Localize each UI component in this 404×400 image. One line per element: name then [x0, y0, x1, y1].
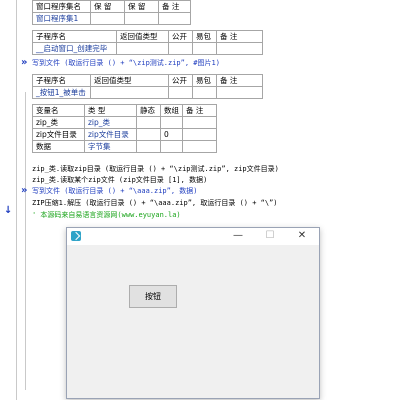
header-cell: 保 留: [124, 0, 159, 13]
table-cell[interactable]: zip_类: [32, 116, 85, 129]
assembly-table: 窗口程序集名 保 留 保 留 备 注 窗口程序集1: [32, 0, 191, 25]
code-line[interactable]: 写到文件 (取运行目录 () + “\aaa.zip”, 数据): [32, 186, 198, 196]
header-cell: 备 注: [216, 30, 263, 43]
table-row[interactable]: 窗口程序集1: [32, 12, 191, 25]
table-cell[interactable]: zip_类: [84, 116, 137, 129]
table-cell[interactable]: [158, 12, 191, 25]
code-line[interactable]: zip_类.读取zip目录 (取运行目录 () + “\zip测试.zip”, …: [32, 164, 279, 174]
subprogram-table-2: 子程序名 返回值类型 公开 易包 备 注 _按钮1_被单击: [32, 74, 263, 99]
app-window[interactable]: — ☐ ✕ 按钮: [66, 227, 320, 399]
table-cell[interactable]: [136, 140, 161, 153]
table-cell[interactable]: [182, 140, 217, 153]
code-line[interactable]: 写到文件 (取运行目录 () + “\zip测试.zip”, #图片1): [32, 58, 220, 68]
table-row[interactable]: 数据 字节集: [32, 140, 217, 153]
table-cell[interactable]: [136, 116, 161, 129]
table-cell[interactable]: zip文件目录: [84, 128, 137, 141]
line-marker-down: ↓: [4, 205, 13, 216]
window-client-area: 按钮: [67, 245, 319, 398]
header-cell: 类 型: [84, 104, 137, 117]
table-cell[interactable]: [124, 12, 159, 25]
header-cell: 备 注: [182, 104, 217, 117]
table-row[interactable]: _按钮1_被单击: [32, 86, 263, 99]
gutter-divider: [16, 0, 17, 400]
table-cell[interactable]: [192, 42, 217, 55]
header-cell: 备 注: [216, 74, 263, 87]
code-comment: ' 本源码来自易语言资源网(www.eyuyan.la): [32, 211, 181, 219]
header-cell: 子程序名: [32, 74, 91, 87]
table-cell[interactable]: [90, 12, 125, 25]
table-cell[interactable]: [182, 128, 217, 141]
header-cell: 变量名: [32, 104, 85, 117]
table-cell[interactable]: [168, 86, 193, 99]
table-header-row: 子程序名 返回值类型 公开 易包 备 注: [32, 74, 263, 87]
table-cell[interactable]: [90, 86, 169, 99]
editor-gutter: [0, 0, 16, 400]
header-cell: 保 留: [90, 0, 125, 13]
table-row[interactable]: zip文件目录 zip文件目录 0: [32, 128, 217, 141]
table-cell[interactable]: [136, 128, 161, 141]
header-cell: 数组: [160, 104, 183, 117]
header-cell: 返回值类型: [116, 30, 169, 43]
table-cell[interactable]: _按钮1_被单击: [32, 86, 91, 99]
window-titlebar[interactable]: — ☐ ✕: [67, 228, 319, 245]
variables-table: 变量名 类 型 静态 数组 备 注 zip_类 zip_类 zip文件目录 zi…: [32, 104, 217, 153]
code-line[interactable]: zip_类.读取某个zip文件 (zip文件目录 [1], 数据): [32, 175, 207, 185]
header-cell: 静态: [136, 104, 161, 117]
block-track-line: [25, 92, 26, 390]
minimize-button[interactable]: —: [223, 228, 253, 245]
line-marker-arrow: »: [21, 185, 28, 196]
table-cell[interactable]: 0: [160, 128, 183, 141]
table-cell[interactable]: [216, 86, 263, 99]
app-icon: [71, 231, 81, 241]
subprogram-table-1: 子程序名 返回值类型 公开 易包 备 注 __启动窗口_创建完毕: [32, 30, 263, 55]
table-header-row: 窗口程序集名 保 留 保 留 备 注: [32, 0, 191, 13]
table-cell[interactable]: [192, 86, 217, 99]
table-header-row: 变量名 类 型 静态 数组 备 注: [32, 104, 217, 117]
header-cell: 子程序名: [32, 30, 117, 43]
header-cell: 公开: [168, 30, 193, 43]
header-cell: 易包: [192, 74, 217, 87]
table-cell[interactable]: zip文件目录: [32, 128, 85, 141]
button1[interactable]: 按钮: [129, 285, 177, 308]
table-row[interactable]: __启动窗口_创建完毕: [32, 42, 263, 55]
table-cell[interactable]: 数据: [32, 140, 85, 153]
table-cell[interactable]: 窗口程序集1: [32, 12, 91, 25]
code-line[interactable]: ZIP压缩1.解压 (取运行目录 () + “\aaa.zip”, 取运行目录 …: [32, 198, 278, 208]
table-cell[interactable]: [160, 140, 183, 153]
header-cell: 公开: [168, 74, 193, 87]
table-header-row: 子程序名 返回值类型 公开 易包 备 注: [32, 30, 263, 43]
table-cell[interactable]: 字节集: [84, 140, 137, 153]
table-cell[interactable]: [160, 116, 183, 129]
header-cell: 易包: [192, 30, 217, 43]
header-cell: 返回值类型: [90, 74, 169, 87]
table-cell[interactable]: [116, 42, 169, 55]
table-cell[interactable]: [182, 116, 217, 129]
table-cell[interactable]: __启动窗口_创建完毕: [32, 42, 117, 55]
header-cell: 窗口程序集名: [32, 0, 91, 13]
line-marker-arrow: »: [21, 57, 28, 68]
header-cell: 备 注: [158, 0, 191, 13]
table-cell[interactable]: [168, 42, 193, 55]
close-button[interactable]: ✕: [287, 228, 317, 245]
table-row[interactable]: zip_类 zip_类: [32, 116, 217, 129]
table-cell[interactable]: [216, 42, 263, 55]
maximize-button[interactable]: ☐: [255, 228, 285, 245]
